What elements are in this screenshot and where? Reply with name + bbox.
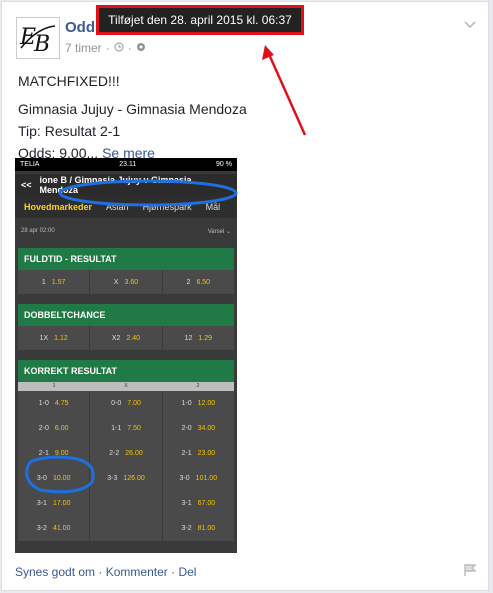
action-separator: ·	[171, 565, 176, 579]
odds-cell: 1-0 4.75	[18, 391, 91, 416]
odds-cell: 3-2 41.00	[18, 516, 91, 541]
odds-cell: 2-0 6.00	[18, 416, 91, 441]
comment-link[interactable]: Kommenter	[106, 565, 168, 579]
phone-tabs: Hovedmarkeder Asian Hjørnespark Mål	[15, 196, 237, 218]
phone-navbar: << ione B / Gimnasia Jujuy v Gimnasia Me…	[15, 174, 237, 196]
chevron-down-icon[interactable]	[464, 18, 476, 32]
svg-text:B: B	[33, 32, 50, 57]
odds-cell	[90, 491, 163, 516]
odds-cell: 3-1 17.00	[18, 491, 91, 516]
correct-score-rows: 1-0 4.75 0-0 7.00 1-0 12.00 2-0 6.00 1-1 7.50 2-0 3…	[18, 391, 234, 541]
meta-dot: ·	[105, 41, 110, 55]
market-fulltime: FULDTID - RESULTAT 1 1.57 X 3.60 2 6.50	[18, 248, 234, 294]
odds-cell: 3-1 67.00	[181, 500, 216, 507]
battery-label: 90 %	[216, 161, 232, 168]
odds-cell: 3-0 10.00	[18, 466, 91, 491]
odds-cell: 2-2 26.00	[90, 441, 163, 466]
phone-clock: 23.11	[119, 161, 137, 168]
market-title: DOBBELTCHANCE	[18, 304, 234, 326]
match-title: ione B / Gimnasia Jujuy v Gimnasia Mendo…	[39, 175, 192, 195]
phone-status-bar: TELIA 23.11 90 %	[15, 158, 237, 171]
market-title: FULDTID - RESULTAT	[18, 248, 234, 270]
back-chevron-icon: <<	[21, 180, 32, 190]
market-title: KORREKT RESULTAT	[18, 360, 234, 382]
odds-cell: 1 1.57	[18, 270, 91, 294]
post-text: MATCHFIXED!!! Gimnasia Jujuy - Gimnasia …	[18, 70, 247, 164]
odds-cell: 3-0 101.00	[179, 475, 218, 482]
odds-row: 3-1 17.00 3-1 67.00	[18, 491, 234, 516]
globe-icon	[136, 41, 146, 55]
market-double-chance: DOBBELTCHANCE 1X 1.12 X2 2.40 12 1.29	[18, 304, 234, 350]
odds-cell: 1X 1.12	[18, 326, 91, 350]
odds-row: 2-0 6.00 1-1 7.50 2-0 34.00	[18, 416, 234, 441]
odds-cell: X2 2.40	[90, 326, 163, 350]
post-line: MATCHFIXED!!!	[18, 73, 120, 89]
screenshot-image[interactable]: TELIA 23.11 90 % << ione B / Gimnasia Ju…	[15, 158, 237, 553]
post-actions: Synes godt om · Kommenter · Del	[15, 565, 196, 579]
odds-row: 3-0 10.00 3-3 126.00 3-0 101.00	[18, 466, 234, 491]
odds-cell: 2 6.50	[186, 278, 211, 286]
meta-dot: ·	[127, 41, 132, 55]
carrier-label: TELIA	[20, 161, 40, 168]
column-header: 1X2	[18, 382, 234, 391]
odds-row: 1X 1.12 X2 2.40 12 1.29	[18, 326, 234, 350]
action-separator: ·	[98, 565, 103, 579]
odds-row: 1-0 4.75 0-0 7.00 1-0 12.00	[18, 391, 234, 416]
odds-cell: 1-1 7.50	[90, 416, 163, 441]
odds-cell: 2-1 9.00	[18, 441, 91, 466]
tab-corners: Hjørnespark	[142, 202, 192, 212]
post-time-link[interactable]: 7 timer	[65, 41, 102, 55]
odds-cell: 12 1.29	[184, 334, 213, 342]
odds-cell: X 3.60	[90, 270, 163, 294]
odds-row: 2-1 9.00 2-2 26.00 2-1 23.00	[18, 441, 234, 466]
match-date: 28 apr 02:00	[21, 228, 55, 234]
odds-cell: 3-2 81.00	[181, 525, 216, 532]
odds-row: 3-2 41.00 3-2 81.00	[18, 516, 234, 541]
alert-dropdown: Varsel ⌄	[207, 228, 231, 235]
like-link[interactable]: Synes godt om	[15, 565, 95, 579]
post-line: Tip: Resultat 2-1	[18, 123, 121, 139]
post-meta: 7 timer · ·	[65, 41, 146, 55]
tab-asian: Asian	[106, 202, 129, 212]
date-row: 28 apr 02:00 Varsel ⌄	[15, 218, 237, 244]
flag-icon[interactable]	[463, 563, 477, 582]
odds-cell: 2-0 34.00	[181, 425, 216, 432]
market-correct-score: KORREKT RESULTAT 1X2 1-0 4.75 0-0 7.00 1-0 12…	[18, 360, 234, 541]
post-line: Gimnasia Jujuy - Gimnasia Mendoza	[18, 101, 247, 117]
share-link[interactable]: Del	[178, 565, 196, 579]
odds-cell: 2-1 23.00	[181, 450, 216, 457]
odds-cell: 3-3 126.00	[90, 466, 163, 491]
clock-icon	[114, 41, 124, 55]
odds-row: 1 1.57 X 3.60 2 6.50	[18, 270, 234, 294]
page-avatar[interactable]: E B	[16, 17, 60, 59]
date-tooltip: Tilføjet den 28. april 2015 kl. 06:37	[96, 5, 304, 35]
tab-goals: Mål	[205, 202, 221, 212]
tab-main: Hovedmarkeder	[24, 202, 93, 212]
odds-cell: 1-0 12.00	[181, 400, 216, 407]
odds-cell: 0-0 7.00	[90, 391, 163, 416]
odds-cell	[90, 516, 163, 541]
